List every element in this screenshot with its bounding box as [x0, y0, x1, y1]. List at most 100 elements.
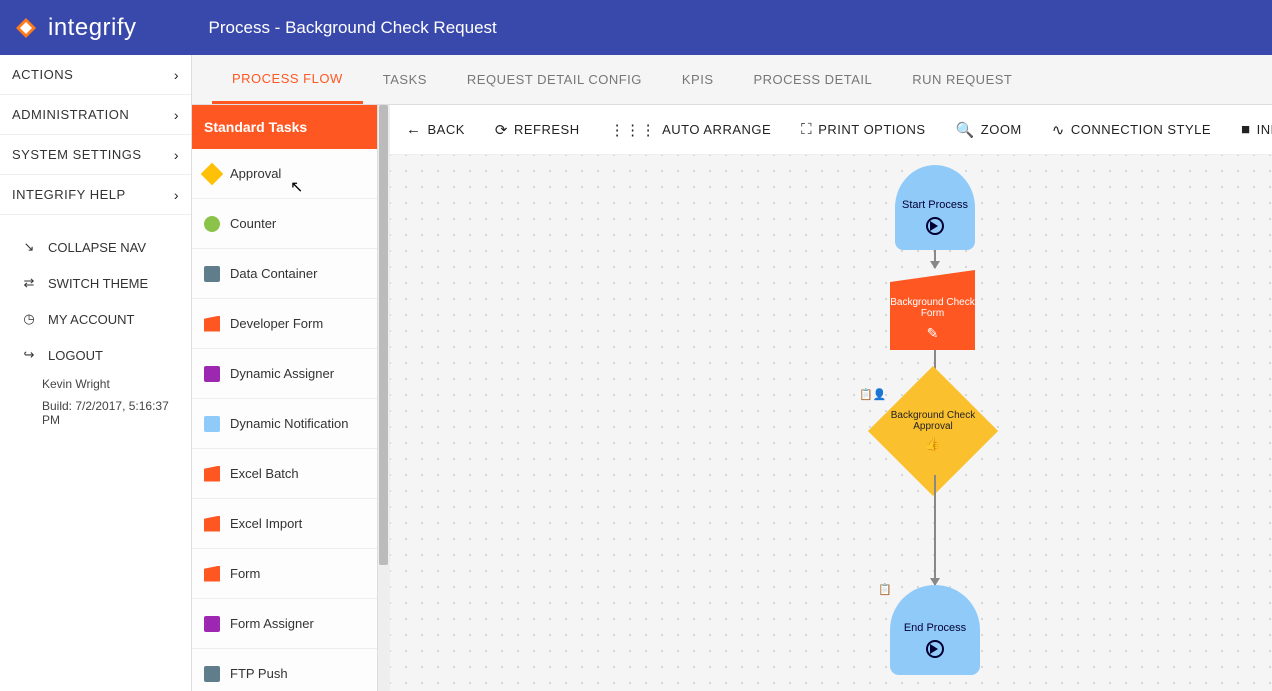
indicator-button[interactable]: ■IND	[1241, 121, 1272, 138]
switch-theme-button[interactable]: ⇄SWITCH THEME	[0, 265, 191, 301]
sub-label: MY ACCOUNT	[48, 312, 134, 327]
my-account-button[interactable]: ◷ MY ACCOUNT	[0, 301, 191, 337]
collapse-nav-button[interactable]: ↘COLLAPSE NAV	[0, 229, 191, 265]
palette-form-assigner[interactable]: Form Assigner	[192, 599, 377, 649]
chevron-right-icon: ›	[174, 147, 179, 163]
flow-canvas[interactable]: Start Process 📋👤 Background Check Form ✎	[390, 155, 1272, 691]
palette-heading: Standard Tasks	[192, 105, 377, 149]
scroll-thumb[interactable]	[379, 105, 388, 565]
auto-arrange-button[interactable]: ⋮⋮⋮AUTO ARRANGE	[610, 121, 772, 139]
palette-label: Dynamic Assigner	[230, 366, 334, 381]
palette-label: Excel Import	[230, 516, 302, 531]
counter-icon	[204, 216, 220, 232]
refresh-button[interactable]: ⟳REFRESH	[495, 121, 580, 139]
tab-tasks[interactable]: TASKS	[363, 55, 447, 104]
node-end-process[interactable]: 📋 End Process	[890, 585, 980, 675]
palette-label: FTP Push	[230, 666, 288, 681]
container-icon	[204, 266, 220, 282]
nav-label: INTEGRIFY HELP	[12, 187, 126, 202]
nav-integrify-help[interactable]: INTEGRIFY HELP ›	[0, 175, 191, 215]
tab-kpis[interactable]: KPIS	[662, 55, 734, 104]
print-icon: ⛶	[801, 121, 812, 138]
notification-icon	[204, 416, 220, 432]
account-icon: ◷	[20, 311, 38, 327]
tab-request-detail-config[interactable]: REQUEST DETAIL CONFIG	[447, 55, 662, 104]
print-options-button[interactable]: ⛶ PRINT OPTIONS	[801, 121, 925, 138]
play-icon	[926, 640, 944, 658]
node-label: Start Process	[902, 199, 968, 211]
sub-label: LOGOUT	[48, 348, 103, 363]
palette-counter[interactable]: Counter	[192, 199, 377, 249]
palette-form[interactable]: Form	[192, 549, 377, 599]
nav-administration[interactable]: ADMINISTRATION›	[0, 95, 191, 135]
back-button[interactable]: ← BACK	[406, 121, 465, 138]
node-background-check-form[interactable]: 📋👤 Background Check Form ✎	[890, 270, 975, 350]
tbtn-label: AUTO ARRANGE	[662, 122, 771, 137]
tbtn-label: BACK	[428, 122, 465, 137]
node-start-process[interactable]: Start Process	[895, 165, 975, 250]
logout-icon: ↪	[20, 347, 38, 363]
tab-process-flow[interactable]: PROCESS FLOW	[212, 55, 363, 104]
palette-label: Developer Form	[230, 316, 323, 331]
approval-icon	[201, 162, 224, 185]
palette-scrollbar[interactable]	[378, 105, 390, 691]
zoom-icon: 🔍	[956, 121, 975, 139]
chevron-right-icon: ›	[174, 187, 179, 203]
nav-label: ADMINISTRATION	[12, 107, 129, 122]
nav-actions[interactable]: ACTIONS ›	[0, 55, 191, 95]
logo-icon	[12, 14, 40, 42]
form-icon	[204, 316, 220, 332]
node-badges: 📋	[878, 583, 892, 596]
palette-dynamic-notification[interactable]: Dynamic Notification	[192, 399, 377, 449]
palette-label: Form	[230, 566, 260, 581]
palette-excel-batch[interactable]: Excel Batch	[192, 449, 377, 499]
cursor-icon: ↖	[290, 177, 303, 197]
node-label: End Process	[904, 622, 966, 634]
brand-text: integrify	[48, 14, 137, 42]
palette-label: Counter	[230, 216, 276, 231]
current-user: Kevin Wright	[0, 373, 191, 395]
palette-label: Approval	[230, 166, 281, 181]
palette-label: Excel Batch	[230, 466, 299, 481]
chevron-right-icon: ›	[174, 67, 179, 83]
tbtn-label: PRINT OPTIONS	[818, 122, 925, 137]
tbtn-label: CONNECTION STYLE	[1071, 122, 1211, 137]
nav-system-settings[interactable]: SYSTEM SETTINGS ›	[0, 135, 191, 175]
sub-label: COLLAPSE NAV	[48, 240, 146, 255]
palette-developer-form[interactable]: Developer Form	[192, 299, 377, 349]
back-icon: ←	[406, 121, 422, 138]
excel-import-icon	[204, 516, 220, 532]
tbtn-label: ZOOM	[981, 122, 1022, 137]
form2-icon	[204, 566, 220, 582]
connector[interactable]	[934, 475, 936, 585]
node-label: Background Check Form	[890, 297, 975, 319]
process-tabs: PROCESS FLOW TASKS REQUEST DETAIL CONFIG…	[192, 55, 1272, 105]
palette-approval[interactable]: Approval	[192, 149, 377, 199]
node-label: Background Check Approval	[891, 410, 976, 432]
zoom-button[interactable]: 🔍 ZOOM	[956, 121, 1022, 139]
palette-label: Form Assigner	[230, 616, 314, 631]
palette-dynamic-assigner[interactable]: Dynamic Assigner	[192, 349, 377, 399]
connector[interactable]	[934, 250, 936, 268]
nav-label: ACTIONS	[12, 67, 73, 82]
tab-process-detail[interactable]: PROCESS DETAIL	[734, 55, 893, 104]
palette-ftp-push[interactable]: FTP Push	[192, 649, 377, 691]
palette-data-container[interactable]: Data Container	[192, 249, 377, 299]
app-header: integrify Process - Background Check Req…	[0, 0, 1272, 55]
excel-batch-icon	[204, 466, 220, 482]
tab-run-request[interactable]: RUN REQUEST	[892, 55, 1032, 104]
palette-label: Dynamic Notification	[230, 416, 349, 431]
connection-style-button[interactable]: ∿CONNECTION STYLE	[1052, 121, 1211, 139]
palette-excel-import[interactable]: Excel Import	[192, 499, 377, 549]
build-info: Build: 7/2/2017, 5:16:37 PM	[0, 395, 191, 431]
square-icon: ■	[1241, 121, 1251, 138]
nav-label: SYSTEM SETTINGS	[12, 147, 142, 162]
node-background-check-approval[interactable]: 📋👤 Background Check Approval 👍	[868, 366, 998, 496]
play-icon	[926, 217, 944, 235]
palette-label: Data Container	[230, 266, 317, 281]
refresh-icon: ⟳	[495, 121, 508, 139]
logout-button[interactable]: ↪ LOGOUT	[0, 337, 191, 373]
node-badges: 📋👤	[875, 254, 902, 267]
theme-icon: ⇄	[20, 275, 38, 291]
form-assigner-icon	[204, 616, 220, 632]
